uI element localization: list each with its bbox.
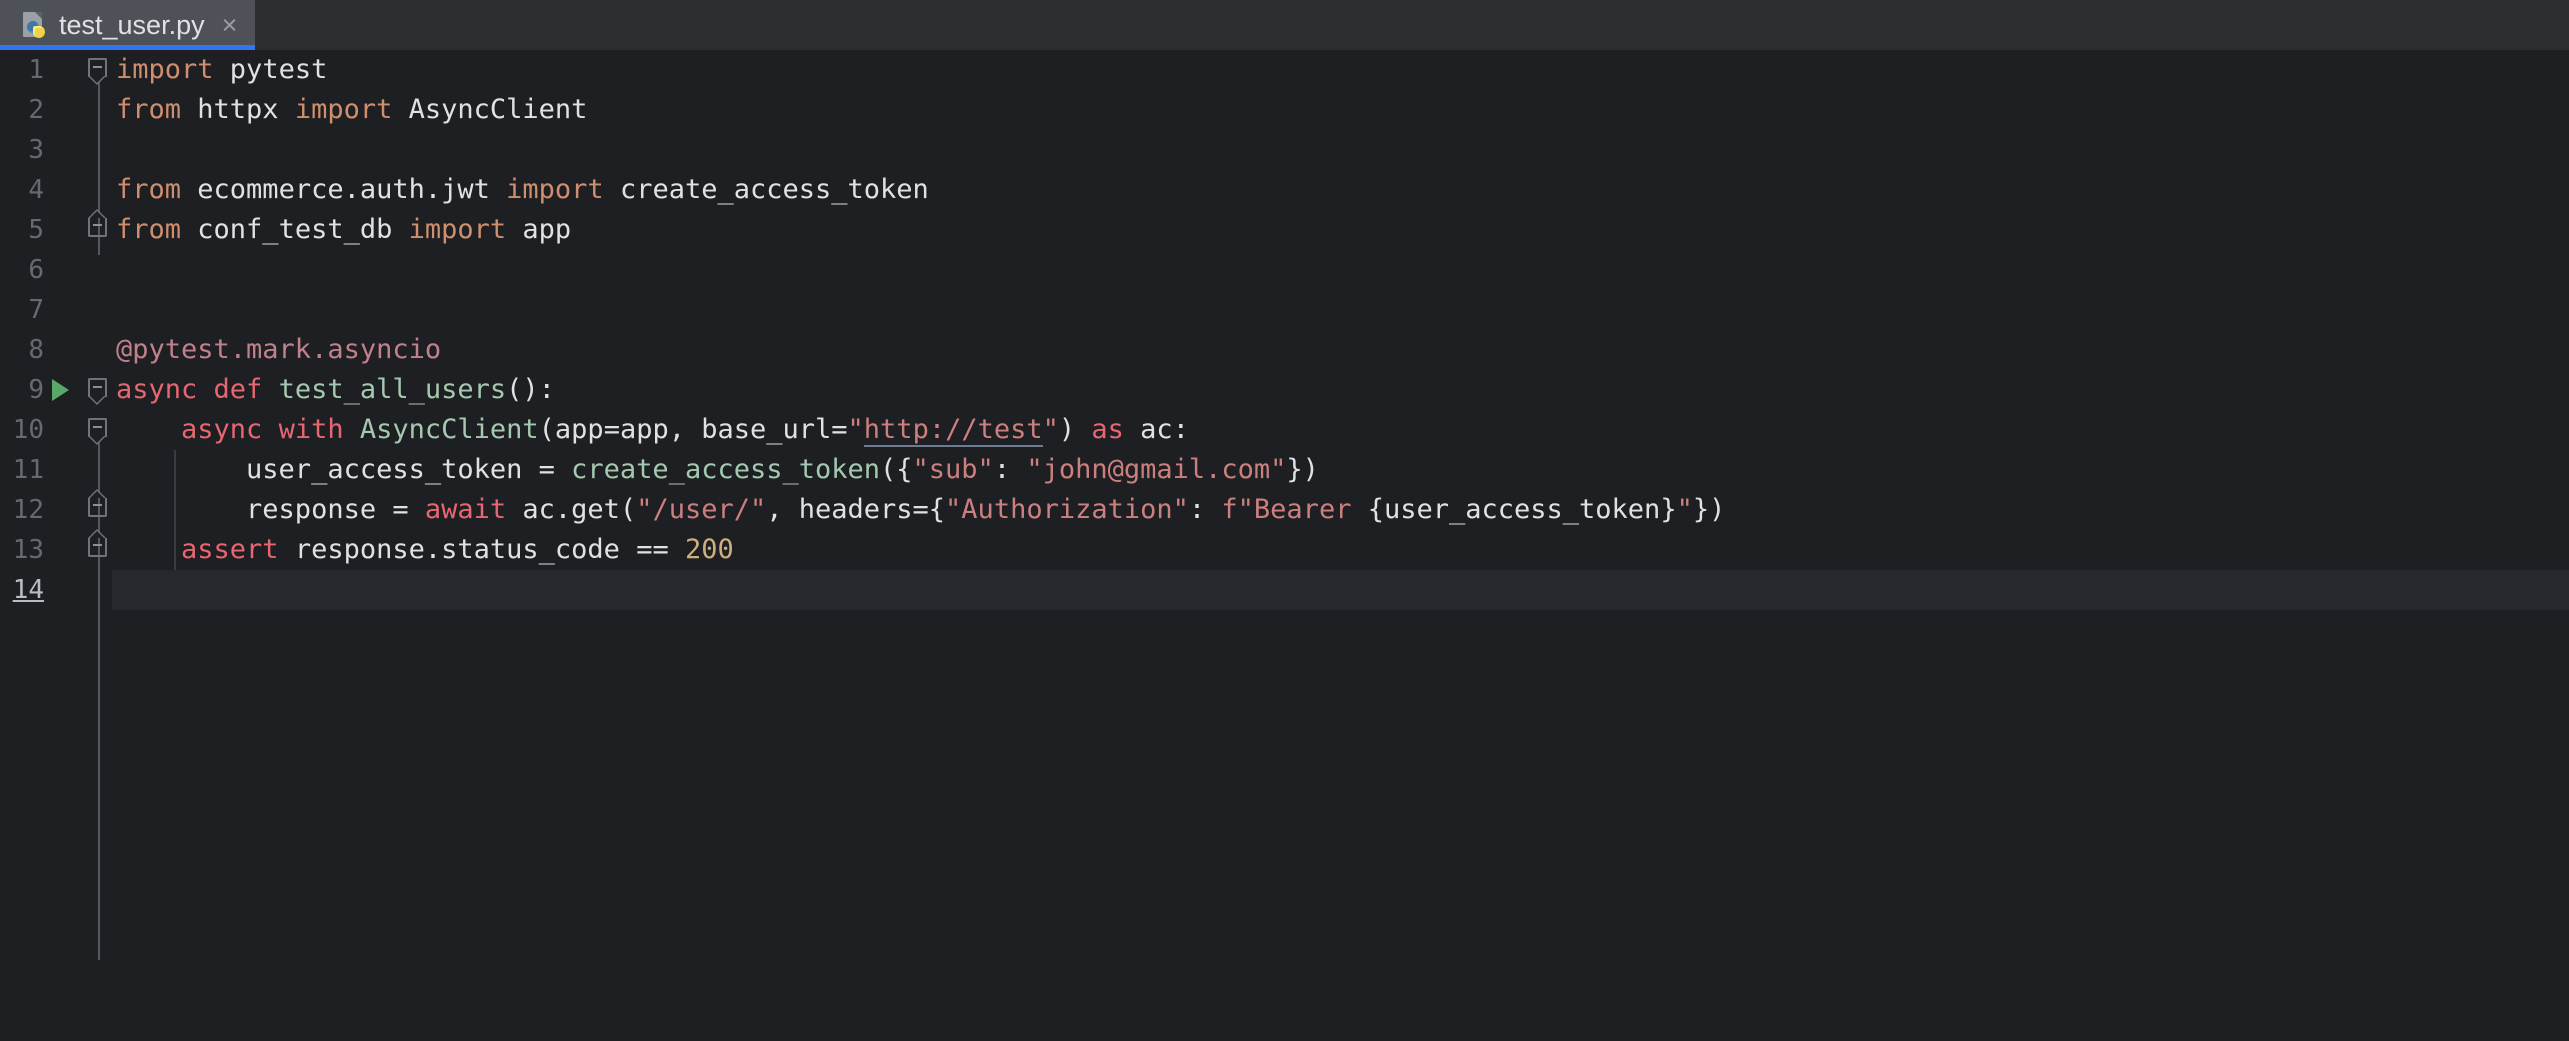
code-line-9[interactable]: async def test_all_users():	[112, 370, 2569, 410]
code-line-7[interactable]	[112, 290, 2569, 330]
gutter-row[interactable]: 12	[0, 490, 112, 530]
line-number: 11	[13, 455, 44, 485]
line-number: 2	[28, 95, 44, 125]
code-line-10[interactable]: async with AsyncClient(app=app, base_url…	[112, 410, 2569, 450]
fold-collapse-icon[interactable]	[88, 55, 110, 85]
ide-window: test_user.py × 1234567891011121314 impor…	[0, 0, 2569, 1041]
gutter-row[interactable]: 8	[0, 330, 112, 370]
line-number: 7	[28, 295, 44, 325]
code-line-4[interactable]: from ecommerce.auth.jwt import create_ac…	[112, 170, 2569, 210]
line-number: 1	[28, 55, 44, 85]
code-line-13[interactable]: assert response.status_code == 200	[112, 530, 2569, 570]
code-line-8[interactable]: @pytest.mark.asyncio	[112, 330, 2569, 370]
gutter-row[interactable]: 2	[0, 90, 112, 130]
line-number: 13	[13, 535, 44, 565]
code-line-2[interactable]: from httpx import AsyncClient	[112, 90, 2569, 130]
fold-collapse-icon[interactable]	[88, 215, 110, 245]
editor-gutter[interactable]: 1234567891011121314	[0, 50, 112, 1041]
gutter-row[interactable]: 6	[0, 250, 112, 290]
line-number: 10	[13, 415, 44, 445]
fold-collapse-icon[interactable]	[88, 375, 110, 405]
editor-tab-test-user-py[interactable]: test_user.py ×	[0, 0, 255, 50]
gutter-row[interactable]: 14	[0, 570, 112, 610]
code-line-11[interactable]: user_access_token = create_access_token(…	[112, 450, 2569, 490]
fold-collapse-icon[interactable]	[88, 415, 110, 445]
run-test-icon[interactable]	[52, 379, 69, 401]
gutter-row[interactable]: 4	[0, 170, 112, 210]
gutter-row[interactable]: 7	[0, 290, 112, 330]
fold-collapse-icon[interactable]	[88, 535, 110, 565]
editor-tab-bar: test_user.py ×	[0, 0, 2569, 50]
line-number: 5	[28, 215, 44, 245]
close-icon[interactable]: ×	[222, 12, 238, 39]
code-editor[interactable]: 1234567891011121314 import pytest from h…	[0, 50, 2569, 1041]
editor-tab-label: test_user.py	[59, 12, 205, 39]
gutter-row[interactable]: 9	[0, 370, 112, 410]
code-line-5[interactable]: from conf_test_db import app	[112, 210, 2569, 250]
gutter-row[interactable]: 1	[0, 50, 112, 90]
line-number: 3	[28, 135, 44, 165]
line-number: 6	[28, 255, 44, 285]
code-line-14[interactable]	[112, 570, 2569, 610]
code-line-6[interactable]	[112, 250, 2569, 290]
gutter-row[interactable]: 10	[0, 410, 112, 450]
gutter-row[interactable]: 11	[0, 450, 112, 490]
line-number: 14	[13, 575, 44, 605]
python-file-icon	[22, 10, 48, 40]
fold-collapse-icon[interactable]	[88, 495, 110, 525]
line-number: 9	[28, 375, 44, 405]
line-number: 4	[28, 175, 44, 205]
line-number: 8	[28, 335, 44, 365]
code-line-1[interactable]: import pytest	[112, 50, 2569, 90]
gutter-row[interactable]: 5	[0, 210, 112, 250]
code-line-3[interactable]	[112, 130, 2569, 170]
gutter-row[interactable]: 3	[0, 130, 112, 170]
code-content[interactable]: import pytest from httpx import AsyncCli…	[112, 50, 2569, 1041]
line-number: 12	[13, 495, 44, 525]
gutter-row[interactable]: 13	[0, 530, 112, 570]
code-line-12[interactable]: response = await ac.get("/user/", header…	[112, 490, 2569, 530]
